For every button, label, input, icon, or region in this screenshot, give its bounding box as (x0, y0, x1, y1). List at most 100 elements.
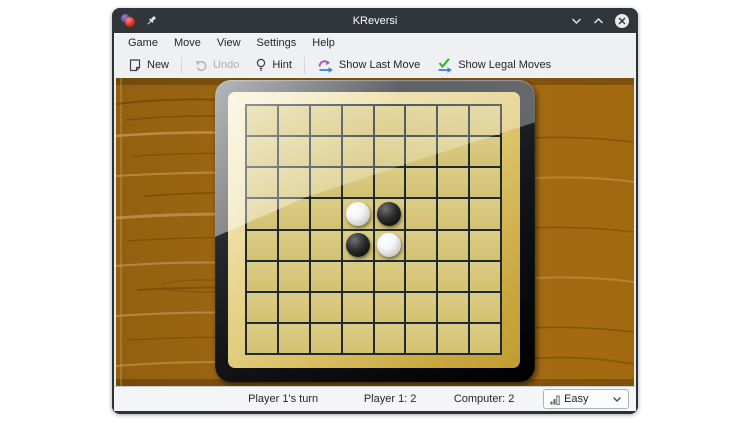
chevron-up-icon (593, 17, 604, 25)
board-cell[interactable] (375, 293, 405, 322)
board-cell[interactable] (343, 293, 373, 322)
board-cell[interactable] (311, 137, 341, 166)
hint-button[interactable]: Hint (247, 54, 300, 76)
close-icon (618, 17, 626, 25)
board-cell[interactable] (311, 199, 341, 228)
chevron-down-icon (571, 17, 582, 25)
board-cell[interactable] (406, 168, 436, 197)
board-cell[interactable] (470, 293, 500, 322)
board-cell[interactable] (438, 231, 468, 260)
board-cell[interactable] (247, 324, 277, 353)
board-cell[interactable] (375, 231, 405, 260)
turn-status: Player 1's turn (248, 393, 318, 405)
board-cell[interactable] (311, 324, 341, 353)
undo-icon (194, 59, 208, 72)
board-cell[interactable] (470, 324, 500, 353)
board-cell[interactable] (438, 137, 468, 166)
board-cell[interactable] (406, 199, 436, 228)
white-piece (377, 233, 401, 257)
minimize-button[interactable] (571, 17, 582, 25)
difficulty-bars-icon (550, 394, 560, 405)
board-cell[interactable] (343, 199, 373, 228)
toolbar-separator (304, 57, 305, 74)
toolbar-separator (181, 57, 182, 74)
board-cell[interactable] (470, 231, 500, 260)
board-cell[interactable] (406, 293, 436, 322)
board-cell[interactable] (311, 293, 341, 322)
toolbar: New Undo Hint Show (114, 52, 636, 78)
board-cell[interactable] (279, 137, 309, 166)
board-cell[interactable] (343, 137, 373, 166)
titlebar[interactable]: KReversi (112, 8, 638, 33)
kreversi-app-icon (121, 13, 136, 28)
menubar: Game Move View Settings Help (114, 33, 636, 52)
board-cell[interactable] (247, 199, 277, 228)
menu-move[interactable]: Move (166, 34, 209, 52)
new-button[interactable]: New (120, 54, 177, 76)
board-cell[interactable] (311, 106, 341, 135)
board-cell[interactable] (279, 106, 309, 135)
board-cell[interactable] (438, 199, 468, 228)
board-cell[interactable] (438, 262, 468, 291)
board-cell[interactable] (470, 106, 500, 135)
board-cell[interactable] (343, 262, 373, 291)
board-cell[interactable] (311, 262, 341, 291)
board-cell[interactable] (406, 137, 436, 166)
board-cell[interactable] (279, 324, 309, 353)
board-cell[interactable] (247, 293, 277, 322)
undo-button[interactable]: Undo (186, 54, 247, 76)
board-cell[interactable] (406, 324, 436, 353)
board-cell[interactable] (375, 262, 405, 291)
board-cell[interactable] (375, 106, 405, 135)
board-cell[interactable] (279, 168, 309, 197)
board-cell[interactable] (470, 137, 500, 166)
menu-view[interactable]: View (209, 34, 249, 52)
board-cell[interactable] (311, 168, 341, 197)
difficulty-dropdown[interactable]: Easy (543, 389, 629, 409)
kreversi-window: KReversi (112, 8, 638, 414)
board-cell[interactable] (470, 168, 500, 197)
close-button[interactable] (615, 14, 629, 28)
board-cell[interactable] (311, 231, 341, 260)
board-cell[interactable] (470, 262, 500, 291)
board-cell[interactable] (406, 106, 436, 135)
last-move-arrow-icon (317, 58, 334, 73)
menu-help[interactable]: Help (304, 34, 343, 52)
board-cell[interactable] (470, 199, 500, 228)
hint-lightbulb-icon (255, 58, 267, 72)
difficulty-value: Easy (564, 393, 588, 405)
pin-icon[interactable] (145, 14, 158, 27)
statusbar: Player 1's turn Player 1: 2 Computer: 2 … (114, 386, 636, 411)
board-cell[interactable] (247, 262, 277, 291)
board-cell[interactable] (375, 199, 405, 228)
board-cell[interactable] (438, 106, 468, 135)
white-piece (346, 202, 370, 226)
board-cell[interactable] (375, 168, 405, 197)
board-cell[interactable] (247, 106, 277, 135)
board-cell[interactable] (343, 324, 373, 353)
board-cell[interactable] (438, 324, 468, 353)
menu-settings[interactable]: Settings (249, 34, 305, 52)
board-cell[interactable] (279, 231, 309, 260)
chevron-down-icon (612, 396, 622, 403)
board-cell[interactable] (343, 168, 373, 197)
board-cell[interactable] (375, 324, 405, 353)
maximize-button[interactable] (593, 17, 604, 25)
show-legal-moves-button[interactable]: Show Legal Moves (428, 54, 559, 76)
board-cell[interactable] (343, 231, 373, 260)
black-piece (346, 233, 370, 257)
board-cell[interactable] (406, 231, 436, 260)
board-cell[interactable] (438, 168, 468, 197)
board-cell[interactable] (247, 168, 277, 197)
board-cell[interactable] (247, 137, 277, 166)
show-last-move-button[interactable]: Show Last Move (309, 54, 428, 76)
board-cell[interactable] (279, 199, 309, 228)
board-cell[interactable] (279, 293, 309, 322)
board-cell[interactable] (438, 293, 468, 322)
board-cell[interactable] (375, 137, 405, 166)
board-cell[interactable] (406, 262, 436, 291)
board-cell[interactable] (279, 262, 309, 291)
menu-game[interactable]: Game (120, 34, 166, 52)
board-cell[interactable] (343, 106, 373, 135)
board-cell[interactable] (247, 231, 277, 260)
